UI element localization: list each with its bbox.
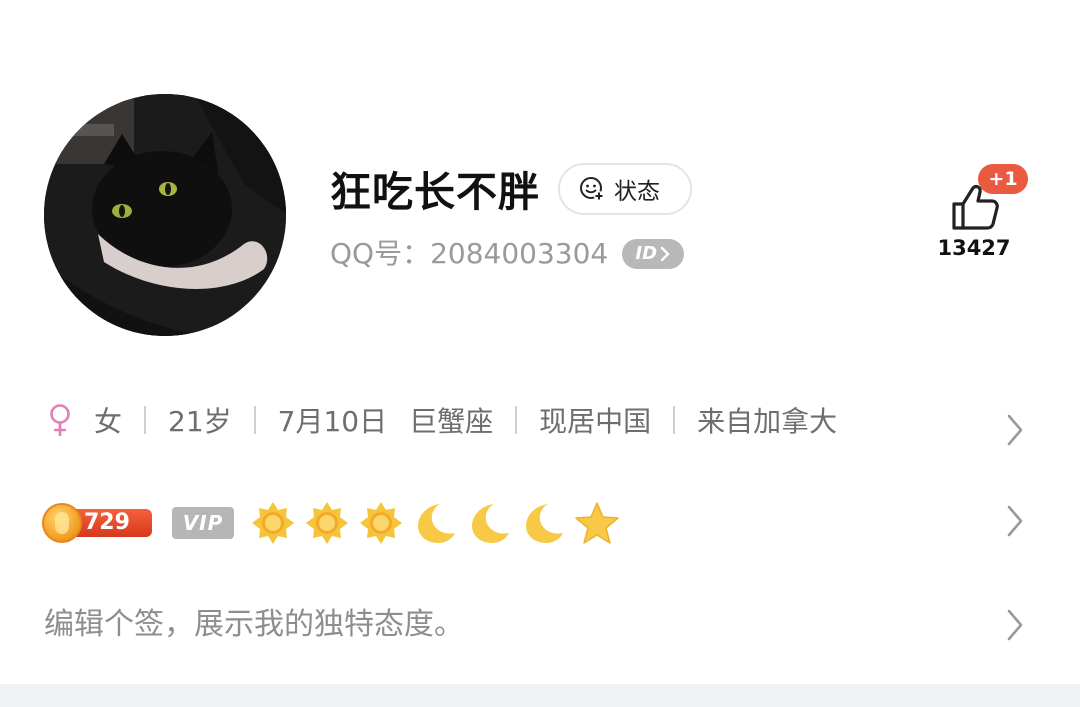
chevron-right-icon[interactable] [1006,413,1024,447]
avatar[interactable] [44,94,286,336]
level-badge: 729 [42,503,152,543]
female-icon [50,404,70,436]
id-badge-label: ID [635,243,658,264]
birthday-text: 7月10日 [277,405,388,438]
divider [673,406,676,434]
zodiac-text: 巨蟹座 [409,405,494,438]
section-divider [0,684,1080,707]
qq-number: QQ号：2084003304 [330,237,609,270]
sun-icon [252,502,294,544]
level-icons [250,500,620,546]
hometown-text: 来自加拿大 [697,405,838,438]
id-badge[interactable]: ID [622,239,685,269]
divider [144,406,147,434]
like-button[interactable]: +1 13427 [934,160,1034,270]
vip-badge: VIP [172,507,234,539]
age-text: 21岁 [168,405,232,438]
level-badge-row[interactable]: 729 VIP [42,498,620,548]
chevron-right-icon[interactable] [1006,608,1024,642]
like-count: 13427 [937,236,1011,260]
sun-icon [360,502,402,544]
black-cat-photo [44,94,286,336]
like-plus-badge: +1 [978,164,1028,194]
star-icon [575,502,619,544]
status-button[interactable]: 状态 [558,163,692,215]
gender-text: 女 [94,405,123,438]
profile-info-row[interactable]: 女 21岁 7月10日 巨蟹座 现居中国 来自加拿大 [44,398,837,442]
moon-icon [418,504,455,543]
divider [515,406,518,434]
status-label: 状态 [614,179,660,205]
moon-icon [526,504,563,543]
sun-icon [306,502,348,544]
location-text: 现居中国 [539,405,652,438]
chevron-right-icon[interactable] [1006,504,1024,538]
signature-edit-prompt[interactable]: 编辑个签，展示我的独特态度。 [44,603,464,647]
smiley-add-icon [580,177,604,201]
level-coin-icon [42,503,82,543]
moon-icon [472,504,509,543]
chevron-right-icon [660,246,670,262]
nickname: 狂吃长不胖 [330,168,540,216]
divider [253,406,256,434]
qq-number-line: QQ号：2084003304 ID [330,234,685,274]
